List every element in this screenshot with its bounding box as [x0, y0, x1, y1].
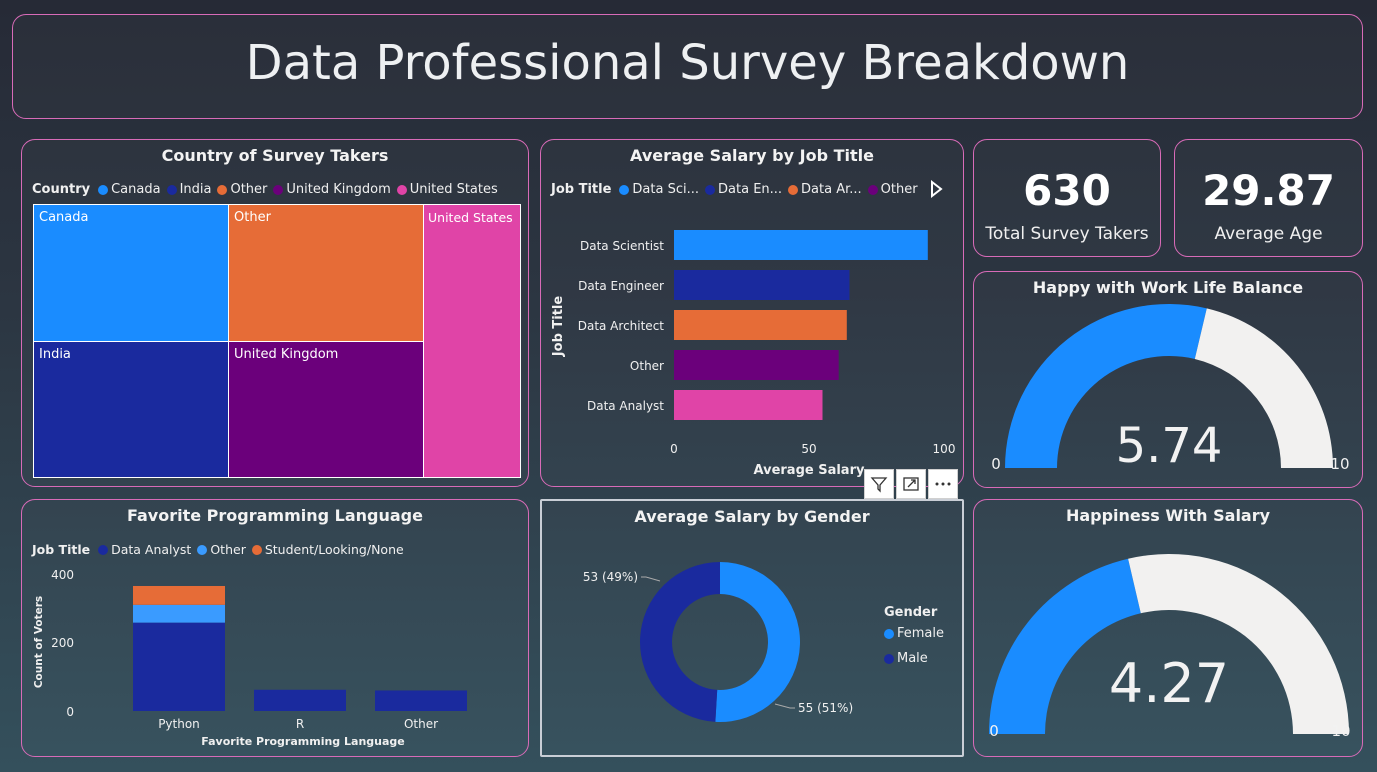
- lang-y-tick-200: 200: [51, 636, 74, 650]
- donut-slice-male[interactable]: [640, 562, 720, 722]
- visual-toolbar: [864, 469, 958, 499]
- gauge1-max: 10: [1330, 455, 1349, 473]
- bar-label-data-analyst: Data Analyst: [587, 399, 664, 413]
- lang-x-tick-r: R: [296, 717, 304, 731]
- bar-label-other: Other: [630, 359, 664, 373]
- column-python-student-looking-none[interactable]: [133, 585, 225, 605]
- treemap-legend-title: Country: [32, 182, 91, 197]
- more-options-icon[interactable]: [928, 469, 958, 499]
- focus-mode-icon[interactable]: [896, 469, 926, 499]
- bar-data-engineer[interactable]: [674, 270, 850, 300]
- donut-label-female: 55 (51%): [798, 701, 853, 715]
- header-banner: Data Professional Survey Breakdown: [12, 14, 1363, 119]
- bar-other[interactable]: [674, 350, 839, 380]
- lang-y-tick-400: 400: [51, 568, 74, 582]
- average-age-card[interactable]: 29.87 Average Age: [1174, 139, 1363, 257]
- treemap-cell-india[interactable]: India: [33, 341, 229, 478]
- treemap-title: Country of Survey Takers: [161, 146, 389, 165]
- average-age-label: Average Age: [1214, 224, 1323, 244]
- column-other-data-analyst[interactable]: [375, 690, 467, 711]
- bar-x-axis-label: Average Salary: [754, 463, 865, 478]
- legend-item-male[interactable]: Male: [884, 651, 944, 666]
- total-survey-takers-value: 630: [1023, 166, 1111, 215]
- donut-leader-female: [774, 703, 795, 709]
- legend-item-female[interactable]: Female: [884, 626, 944, 641]
- salary-happiness-gauge-visual[interactable]: Happiness With Salary 4.27 0 10: [973, 499, 1363, 757]
- donut-label-male: 53 (49%): [583, 570, 638, 584]
- total-survey-takers-label: Total Survey Takers: [985, 224, 1149, 244]
- bar-label-data-engineer: Data Engineer: [578, 279, 664, 293]
- lang-y-axis-label: Count of Voters: [33, 596, 45, 688]
- gauge1-min: 0: [991, 455, 1001, 473]
- bar-x-tick-0: 0: [670, 442, 678, 456]
- column-python-other[interactable]: [133, 604, 225, 623]
- legend-item-united-kingdom[interactable]: United Kingdom: [273, 182, 391, 197]
- dashboard-title: Data Professional Survey Breakdown: [245, 35, 1130, 91]
- legend-item-canada[interactable]: Canada: [98, 182, 161, 197]
- gauge1-svg: 5.74 0 10: [991, 304, 1350, 474]
- column-python-data-analyst[interactable]: [133, 622, 225, 711]
- lang-chart-svg: Count of Voters Favorite Programming Lan…: [33, 568, 467, 748]
- lang-x-tick-other: Other: [404, 717, 438, 731]
- filter-icon[interactable]: [864, 469, 894, 499]
- legend-item-united-states[interactable]: United States: [396, 182, 498, 197]
- bar-label-data-scientist: Data Scientist: [580, 239, 664, 253]
- country-treemap-visual[interactable]: Country of Survey Takers Country Canada …: [21, 139, 529, 487]
- treemap-cell-united-states[interactable]: United States: [423, 204, 521, 478]
- salary-by-job-visual[interactable]: Average Salary by Job Title Job Title Da…: [540, 139, 964, 487]
- legend-item-other[interactable]: Other: [217, 182, 267, 197]
- bar-chart-svg: Job Title Average Salary 0 50 100 Data S…: [551, 230, 956, 478]
- bar-data-analyst[interactable]: [674, 390, 823, 420]
- lang-x-axis-label: Favorite Programming Language: [201, 735, 404, 748]
- bar-y-axis-label: Job Title: [551, 296, 566, 358]
- bar-data-architect[interactable]: [674, 310, 847, 340]
- lang-y-tick-0: 0: [66, 705, 74, 719]
- treemap-legend: Country Canada India Other United Kingdo…: [32, 182, 498, 197]
- donut-slice-female[interactable]: [715, 562, 800, 722]
- gauge1-value: 5.74: [1116, 418, 1223, 474]
- bar-x-tick-100: 100: [933, 442, 956, 456]
- average-age-value: 29.87: [1202, 166, 1335, 215]
- gauge2-min: 0: [989, 722, 999, 740]
- gauge2-value: 4.27: [1109, 652, 1229, 715]
- treemap-cell-canada[interactable]: Canada: [33, 204, 229, 342]
- programming-language-visual[interactable]: Favorite Programming Language Job Title …: [21, 499, 529, 757]
- lang-x-tick-python: Python: [158, 717, 200, 731]
- gauge2-max: 10: [1331, 722, 1350, 740]
- legend-item-india[interactable]: India: [166, 182, 211, 197]
- donut-legend-title: Gender: [884, 605, 938, 620]
- column-r-data-analyst[interactable]: [254, 689, 346, 711]
- donut-leader-male: [641, 576, 661, 582]
- bar-data-scientist[interactable]: [674, 230, 928, 260]
- bar-label-data-architect: Data Architect: [578, 319, 665, 333]
- bar-x-tick-50: 50: [801, 442, 816, 456]
- treemap-cell-united-kingdom[interactable]: United Kingdom: [228, 341, 424, 478]
- total-survey-takers-card[interactable]: 630 Total Survey Takers: [973, 139, 1161, 257]
- salary-by-gender-visual[interactable]: Average Salary by Gender 55 (51%) 53 (49%…: [540, 499, 964, 757]
- donut-legend: Gender Female Male: [884, 605, 944, 666]
- treemap-cell-other[interactable]: Other: [228, 204, 424, 342]
- work-life-balance-gauge-visual[interactable]: Happy with Work Life Balance 5.74 0 10: [973, 271, 1363, 488]
- gauge2-svg: 4.27 0 10: [989, 554, 1351, 740]
